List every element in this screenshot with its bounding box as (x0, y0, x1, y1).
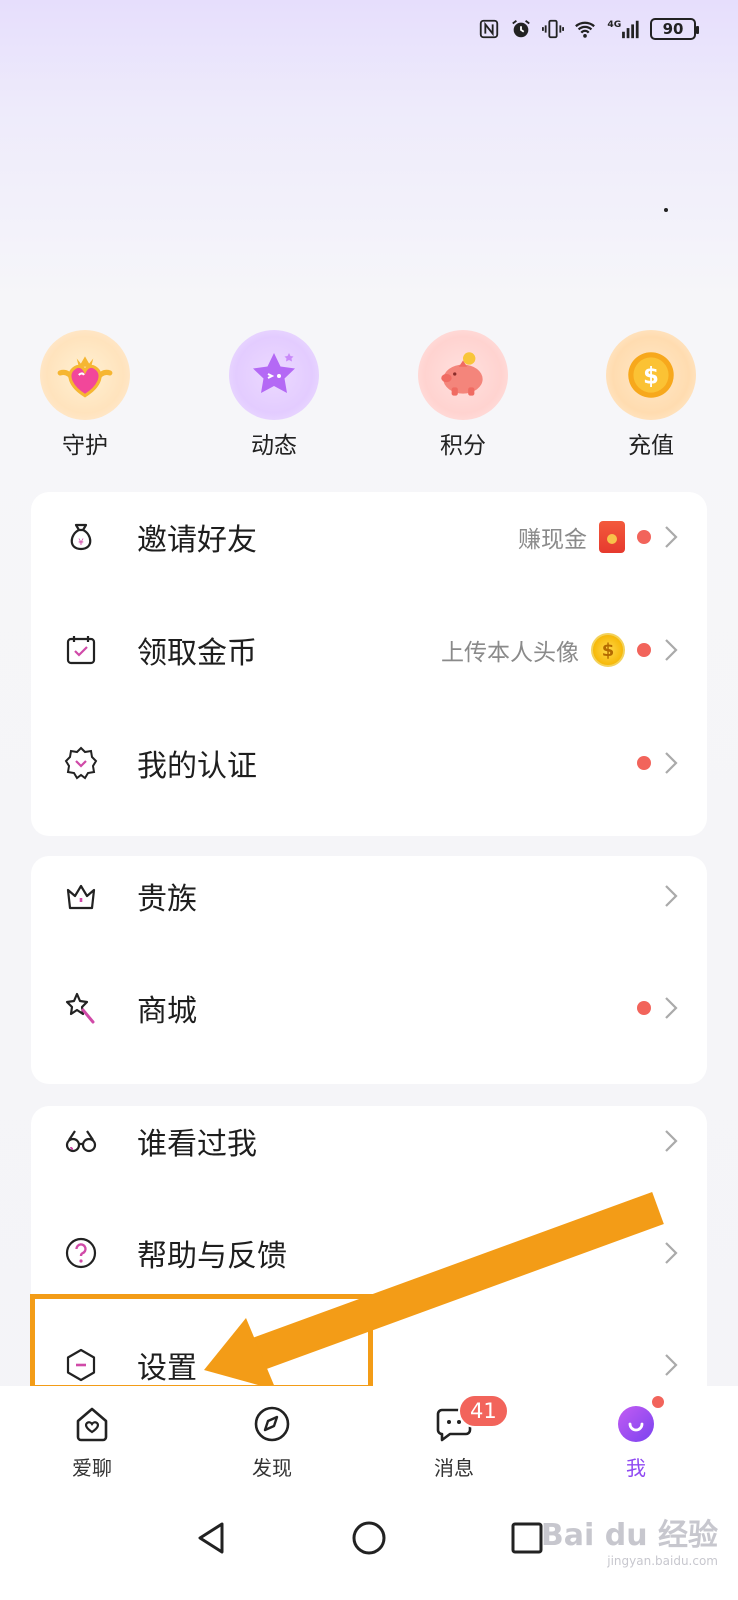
nfc-icon (478, 18, 500, 40)
menu-row-right (663, 1128, 679, 1154)
chevron-right-icon (663, 524, 679, 550)
quick-entry-points[interactable]: 积分 (408, 330, 518, 460)
svg-text:4G: 4G (607, 19, 621, 30)
alarm-icon (510, 18, 532, 40)
money-bag-icon: ¥ (63, 519, 99, 555)
crown-icon (63, 878, 99, 914)
notification-dot (650, 1394, 666, 1410)
quick-entry-label: 充值 (628, 433, 674, 459)
nav-label: 发现 (252, 1456, 292, 1480)
menu-row-hint: 赚现金 (518, 527, 587, 553)
svg-text:¥: ¥ (78, 538, 84, 548)
piggy-bank-icon (418, 330, 508, 420)
watermark: Bai du 经验 jingyan.baidu.com (541, 1510, 718, 1568)
question-circle-icon (63, 1235, 99, 1271)
menu-row-title: 商城 (137, 994, 197, 1029)
notification-dot (637, 756, 651, 770)
nav-label: 我 (626, 1456, 646, 1480)
menu-row-right (663, 1352, 679, 1378)
menu-row-claim-coins[interactable]: 领取金币 上传本人头像 $ (31, 610, 707, 690)
notification-dot (637, 530, 651, 544)
menu-row-right (637, 750, 679, 776)
menu-row-mall[interactable]: 商城 (31, 968, 707, 1048)
quick-entry-guard[interactable]: 守护 (30, 330, 140, 460)
menu-row-right: 赚现金 (518, 520, 679, 554)
heart-crown-icon (40, 330, 130, 420)
nav-label: 消息 (434, 1456, 474, 1480)
chevron-right-icon (663, 1352, 679, 1378)
chevron-right-icon (663, 637, 679, 663)
home-heart-icon (72, 1404, 112, 1444)
smile-profile-icon (616, 1404, 656, 1444)
quick-entry-label: 动态 (251, 433, 297, 459)
annotation-highlight-box (30, 1294, 373, 1390)
wifi-icon (574, 18, 596, 40)
watermark-sub: jingyan.baidu.com (607, 1554, 718, 1568)
watermark-main: Bai du 经验 (540, 1518, 718, 1553)
menu-row-title: 我的认证 (137, 749, 257, 784)
menu-row-title: 贵族 (137, 882, 197, 917)
chevron-right-icon (663, 883, 679, 909)
menu-row-right (663, 1240, 679, 1266)
svg-text:$: $ (643, 363, 659, 389)
quick-entry-recharge[interactable]: $ 充值 (596, 330, 706, 460)
nav-tab-discover[interactable]: 发现 (222, 1404, 322, 1481)
glasses-icon (63, 1123, 99, 1159)
nav-tab-messages[interactable]: 41 消息 (404, 1394, 509, 1481)
vibrate-icon (542, 18, 564, 40)
compass-icon (252, 1404, 292, 1444)
nav-tab-aichat[interactable]: 爱聊 (42, 1404, 142, 1481)
menu-row-right (637, 995, 679, 1021)
menu-row-nobility[interactable]: 贵族 (31, 856, 707, 936)
menu-row-invite-friends[interactable]: ¥ 邀请好友 赚现金 (31, 497, 707, 577)
coin-dollar-icon: $ (606, 330, 696, 420)
nav-label: 爱聊 (72, 1456, 112, 1480)
menu-row-help-feedback[interactable]: 帮助与反馈 (31, 1213, 707, 1293)
menu-row-title: 谁看过我 (137, 1127, 257, 1162)
menu-card-vip: 贵族 商城 (31, 856, 707, 1084)
menu-row-title: 邀请好友 (137, 523, 257, 558)
badge-heart-icon (63, 745, 99, 781)
quick-entry-label: 积分 (440, 433, 486, 459)
quick-entry-label: 守护 (62, 433, 108, 459)
menu-row-verification[interactable]: 我的认证 (31, 723, 707, 803)
signal-icon: 4G (606, 18, 640, 40)
magic-wand-star-icon (63, 990, 99, 1026)
bottom-nav: 爱聊 发现 41 消息 我 (0, 1386, 738, 1490)
status-bar: 4G 90 (478, 18, 699, 40)
gold-coin-icon: $ (591, 633, 625, 667)
menu-row-right: 上传本人头像 $ (441, 633, 679, 667)
back-triangle-icon[interactable] (192, 1518, 232, 1558)
unread-badge: 41 (458, 1394, 509, 1428)
battery-indicator: 90 (650, 18, 699, 40)
chevron-right-icon (663, 1128, 679, 1154)
nav-tab-me[interactable]: 我 (586, 1394, 686, 1481)
chevron-right-icon (663, 995, 679, 1021)
calendar-check-icon (63, 632, 99, 668)
menu-row-title: 帮助与反馈 (137, 1239, 287, 1274)
home-circle-icon[interactable] (349, 1518, 389, 1558)
quick-entries: 守护 动态 积分 $ 充值 (0, 330, 738, 460)
star-face-icon (229, 330, 319, 420)
chevron-right-icon (663, 750, 679, 776)
menu-row-title: 领取金币 (137, 636, 257, 671)
red-envelope-icon (599, 521, 625, 553)
menu-row-visitors[interactable]: 谁看过我 (31, 1101, 707, 1181)
notification-dot (637, 643, 651, 657)
menu-row-right (663, 883, 679, 909)
chevron-right-icon (663, 1240, 679, 1266)
notification-dot (637, 1001, 651, 1015)
menu-card-rewards: ¥ 邀请好友 赚现金 领取金币 上传本人头像 $ 我的认证 (31, 492, 707, 836)
decorative-dot (664, 208, 668, 212)
quick-entry-feed[interactable]: 动态 (219, 330, 329, 460)
menu-row-hint: 上传本人头像 (441, 640, 579, 666)
